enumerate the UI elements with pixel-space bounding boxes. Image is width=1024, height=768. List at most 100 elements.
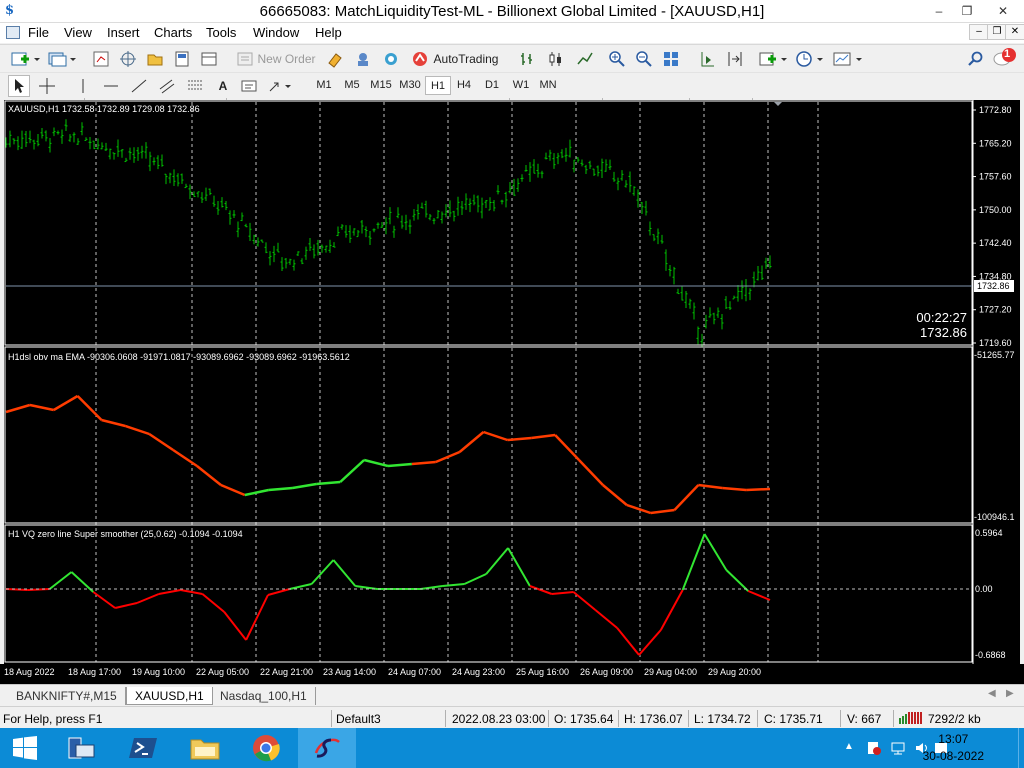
chart-tabs: BANKNIFTY#,M15 XAUUSD,H1 Nasdaq_100,H1 ◀…: [0, 684, 1024, 706]
chrome-button[interactable]: [237, 728, 295, 768]
timeframe-d1[interactable]: D1: [479, 76, 505, 95]
line-chart-icon[interactable]: [573, 48, 597, 70]
file-explorer-button[interactable]: [176, 728, 234, 768]
metatrader-icon: [314, 738, 340, 758]
timeframe-w1[interactable]: W1: [508, 76, 534, 95]
status-close: C: 1735.71: [764, 712, 823, 726]
close-button[interactable]: ✕: [985, 2, 1021, 20]
timeframe-m15[interactable]: M15: [367, 76, 395, 95]
folder-star-icon[interactable]: [144, 48, 166, 70]
bid-value: 1732.86: [920, 325, 967, 340]
search-icon[interactable]: [966, 48, 986, 70]
autoscroll-icon[interactable]: [695, 48, 719, 70]
equidistant-channel-icon[interactable]: [156, 75, 178, 97]
tester-icon[interactable]: [198, 48, 220, 70]
system-clock[interactable]: 13:07 30-08-2022: [923, 731, 984, 765]
indicators-button[interactable]: [757, 48, 789, 70]
autotrading-label: AutoTrading: [433, 52, 499, 66]
chart-window-icon: [6, 26, 20, 39]
timeframe-m30[interactable]: M30: [396, 76, 424, 95]
time-label: 22 Aug 21:00: [260, 667, 313, 677]
security-alert-icon[interactable]: [866, 740, 882, 756]
candlestick-icon[interactable]: [544, 48, 568, 70]
status-datetime: 2022.08.23 03:00: [452, 712, 546, 726]
tab-nasdaq[interactable]: Nasdaq_100,H1: [212, 687, 316, 705]
tile-windows-icon[interactable]: [660, 48, 682, 70]
fibonacci-icon[interactable]: [184, 75, 206, 97]
market-watch-icon[interactable]: [90, 48, 112, 70]
menu-help[interactable]: Help: [315, 25, 342, 40]
tab-banknifty[interactable]: BANKNIFTY#,M15: [8, 687, 126, 705]
time-label: 25 Aug 16:00: [516, 667, 569, 677]
mdi-close-button[interactable]: ✕: [1005, 24, 1024, 40]
clock-date: 30-08-2022: [922, 749, 984, 763]
trendline-icon[interactable]: [128, 75, 150, 97]
ind2-top-tick: 0.5964: [975, 528, 1003, 538]
zoom-out-icon[interactable]: [633, 48, 655, 70]
menu-file[interactable]: File: [28, 25, 49, 40]
price-tick-label: 1757.60: [979, 172, 1012, 182]
network-icon[interactable]: [890, 740, 906, 756]
menu-view[interactable]: View: [64, 25, 92, 40]
new-order-label: New Order: [257, 52, 316, 66]
templates-button[interactable]: [831, 48, 865, 70]
clock-time: 13:07: [938, 732, 969, 746]
text-tool-icon[interactable]: A: [212, 75, 234, 97]
menu-bar: File View Insert Charts Tools Window Hel…: [0, 23, 1024, 43]
price-tick-label: 1719.60: [979, 338, 1012, 348]
bar-chart-icon[interactable]: [515, 48, 539, 70]
mdi-restore-button[interactable]: ❐: [987, 24, 1007, 40]
tabs-scroll-left-icon[interactable]: ◀: [988, 688, 996, 699]
profiles-button[interactable]: [46, 48, 78, 70]
ind1-header: H1dsl obv ma EMA -90306.0608 -91971.0817…: [8, 352, 350, 362]
chart-window[interactable]: 1772.80 1765.20 1757.60 1750.00 1742.40 1734.…: [4, 100, 1020, 664]
text-label-icon[interactable]: [238, 75, 260, 97]
menu-charts[interactable]: Charts: [154, 25, 192, 40]
new-chart-button[interactable]: [8, 48, 42, 70]
timeframe-m5[interactable]: M5: [339, 76, 365, 95]
horizontal-line-icon[interactable]: [100, 75, 122, 97]
minimize-button[interactable]: –: [925, 2, 953, 20]
autotrading-button[interactable]: AutoTrading: [407, 48, 502, 70]
market-icon[interactable]: [380, 48, 402, 70]
obv-segment: [746, 487, 771, 492]
crosshair-navigator-icon[interactable]: [117, 48, 139, 70]
cursor-tool-icon[interactable]: [8, 75, 30, 97]
tabs-scroll-right-icon[interactable]: ▶: [1006, 688, 1014, 699]
timeframe-h1[interactable]: H1: [425, 76, 451, 95]
mdi-minimize-button[interactable]: –: [969, 24, 989, 40]
server-manager-button[interactable]: [52, 728, 110, 768]
new-order-button[interactable]: New Order: [233, 48, 319, 70]
folder-icon: [190, 739, 220, 760]
start-button[interactable]: [0, 728, 50, 768]
metatrader-button[interactable]: [298, 728, 356, 768]
ind1-top-tick: -51265.77: [974, 350, 1015, 360]
price-tick-label: 1772.80: [979, 105, 1012, 115]
menu-tools[interactable]: Tools: [206, 25, 236, 40]
maximize-button[interactable]: ❐: [953, 2, 981, 20]
time-label: 23 Aug 14:00: [323, 667, 376, 677]
time-label: 24 Aug 23:00: [452, 667, 505, 677]
chart-shift-icon[interactable]: [723, 48, 747, 70]
vertical-line-icon[interactable]: [72, 75, 94, 97]
menu-insert[interactable]: Insert: [107, 25, 140, 40]
timeframe-m1[interactable]: M1: [311, 76, 337, 95]
zoom-in-icon[interactable]: [606, 48, 628, 70]
timeframe-mn[interactable]: MN: [535, 76, 561, 95]
powershell-button[interactable]: [115, 728, 173, 768]
timeframe-h4[interactable]: H4: [451, 76, 477, 95]
terminal-icon[interactable]: [171, 48, 193, 70]
tray-expand-icon[interactable]: ▲: [844, 741, 854, 752]
notifications-icon[interactable]: 1: [991, 46, 1019, 68]
metaeditor-icon[interactable]: [324, 48, 346, 70]
signals-icon[interactable]: [352, 48, 374, 70]
time-axis-labels: 18 Aug 2022 18 Aug 17:00 19 Aug 10:00 22 Au…: [4, 667, 761, 677]
tab-xauusd[interactable]: XAUUSD,H1: [126, 687, 213, 705]
status-help: For Help, press F1: [3, 712, 103, 726]
status-bar: For Help, press F1 Default3 2022.08.23 0…: [0, 706, 1024, 728]
arrows-tool-icon[interactable]: [266, 75, 296, 97]
show-desktop-button[interactable]: [1018, 728, 1024, 768]
menu-window[interactable]: Window: [253, 25, 299, 40]
crosshair-tool-icon[interactable]: [36, 75, 58, 97]
periods-button[interactable]: [794, 48, 826, 70]
